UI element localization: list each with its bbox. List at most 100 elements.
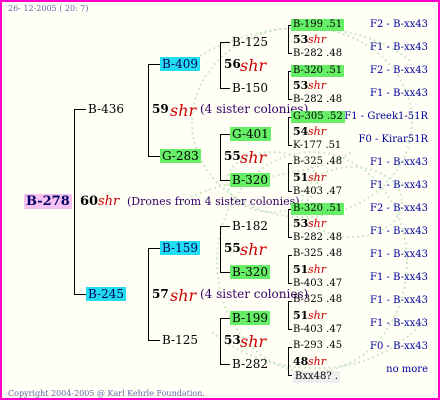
date-stamp: 26- 12-2005 ( 20: 7) <box>8 4 89 13</box>
pedigree-frame: 26- 12-2005 ( 20: 7) Copyright 2004-2005… <box>0 0 440 400</box>
gen2-c-id[interactable]: B-159 <box>160 241 200 255</box>
gen4-bottom-id[interactable]: B-403 .47 <box>293 187 342 197</box>
tree-line <box>220 180 230 181</box>
gen4-count: 53 <box>293 33 309 46</box>
tree-line <box>220 318 230 319</box>
tree-line <box>288 191 292 192</box>
right-label: F1 - B-xx43 <box>370 180 428 191</box>
gen2-d-id[interactable]: B-125 <box>162 334 198 346</box>
gen4-bottom-id[interactable]: K-177 .51 <box>293 141 341 151</box>
tree-line <box>220 318 221 364</box>
tree-line <box>74 109 75 294</box>
gen4-shr: shr <box>308 125 326 138</box>
tree-line <box>288 329 292 330</box>
gen4-shr: shr <box>308 33 326 46</box>
tree-line <box>148 248 149 340</box>
right-label: F0 - Kirar51R <box>358 134 428 145</box>
gen4-bottom-id[interactable]: B-282 .48 <box>293 95 342 105</box>
right-label: F2 - B-xx43 <box>370 65 428 76</box>
gen4-bottom-id[interactable]: B-403 .47 <box>293 279 342 289</box>
tree-line <box>148 340 160 341</box>
gen4-bottom-id[interactable]: B-403 .47 <box>293 325 342 335</box>
gen2-a-shr: shr <box>240 56 267 75</box>
sire-id[interactable]: B-436 <box>88 103 124 115</box>
gen4-count: 51 <box>293 171 309 184</box>
gen4-count: 48 <box>293 355 309 368</box>
gen4-count: 51 <box>293 309 309 322</box>
gen4-bottom-id[interactable]: B-282 .48 <box>293 233 342 243</box>
tree-line <box>74 294 86 295</box>
gen2-c-shr: shr <box>240 240 267 259</box>
tree-line <box>288 71 289 99</box>
right-label: F1 - B-xx43 <box>370 318 428 329</box>
sire-count: 59 <box>152 102 169 116</box>
right-label: F2 - B-xx43 <box>370 203 428 214</box>
root-count: 60 <box>80 194 99 209</box>
gen4-top-id[interactable]: B-320 .51 <box>291 65 345 77</box>
tree-line <box>288 301 289 329</box>
gen2-b-count: 55 <box>224 149 241 163</box>
right-label: F1 - B-xx43 <box>370 295 428 306</box>
tree-line <box>288 375 292 376</box>
tree-line <box>220 272 230 273</box>
sire-shr: shr <box>170 101 197 120</box>
gen3-id[interactable]: B-125 <box>232 36 268 48</box>
right-label: F2 - B-xx43 <box>370 19 428 30</box>
gen3-id[interactable]: B-182 <box>232 220 268 232</box>
gen2-d-shr: shr <box>240 332 267 351</box>
tree-line <box>220 88 230 89</box>
tree-line <box>288 145 292 146</box>
root-note: (Drones from 4 sister colonies) <box>127 195 300 208</box>
tree-line <box>148 64 149 156</box>
gen4-top-id[interactable]: B-199 .51 <box>291 19 345 31</box>
gen4-top-id[interactable]: B-325 .48 <box>293 249 342 259</box>
right-label: F0 - B-xx43 <box>370 341 428 352</box>
gen3-id[interactable]: B-320 <box>230 173 270 187</box>
gen4-top-id[interactable]: B-325 .48 <box>293 157 342 167</box>
gen4-top-id[interactable]: B-320 .51 <box>291 203 345 215</box>
tree-line <box>148 156 160 157</box>
gen2-b-id[interactable]: G-283 <box>160 149 201 163</box>
gen4-bottom-id[interactable]: B-282 .48 <box>293 49 342 59</box>
tree-line <box>288 301 292 302</box>
right-label: F1 - B-xx43 <box>370 272 428 283</box>
tree-line <box>74 109 86 110</box>
gen4-top-id[interactable]: B-293 .45 <box>293 341 342 351</box>
root-shr: shr <box>98 194 120 209</box>
gen4-bottom-id[interactable]: Bxx48? . <box>293 371 341 383</box>
gen2-a-id[interactable]: B-409 <box>160 57 200 71</box>
gen2-b-shr: shr <box>240 148 267 167</box>
gen4-count: 54 <box>293 125 309 138</box>
tree-line <box>288 237 292 238</box>
tree-line <box>288 53 292 54</box>
gen3-id[interactable]: B-282 <box>232 358 268 370</box>
dam-count: 57 <box>152 287 169 301</box>
copyright-text: Copyright 2004-2005 @ Karl Kehrle Founda… <box>8 389 205 398</box>
right-label: F1 - B-xx43 <box>370 226 428 237</box>
right-label: F1 - B-xx43 <box>370 42 428 53</box>
gen4-top-id[interactable]: B-325 .48 <box>293 295 342 305</box>
gen2-d-count: 53 <box>224 333 241 347</box>
right-label: F1 - B-xx43 <box>370 249 428 260</box>
root-id[interactable]: B-278 <box>24 194 72 209</box>
tree-line <box>288 347 292 348</box>
tree-line <box>288 283 292 284</box>
gen4-shr: shr <box>308 263 326 276</box>
tree-line <box>288 25 289 53</box>
tree-line <box>288 163 289 191</box>
gen4-top-id[interactable]: G-305 .52 <box>291 111 345 123</box>
gen3-id[interactable]: G-401 <box>230 127 271 141</box>
tree-line <box>220 226 221 272</box>
tree-line <box>148 248 160 249</box>
right-label: no more <box>386 364 428 375</box>
right-label: F1 - B-xx43 <box>370 88 428 99</box>
gen3-id[interactable]: B-150 <box>232 82 268 94</box>
tree-line <box>288 255 292 256</box>
gen3-id[interactable]: B-320 <box>230 265 270 279</box>
dam-id[interactable]: B-245 <box>86 287 126 301</box>
right-label: F1 - B-xx43 <box>370 157 428 168</box>
gen3-id[interactable]: B-199 <box>230 311 270 325</box>
tree-line <box>220 42 221 88</box>
gen4-shr: shr <box>308 171 326 184</box>
gen2-c-count: 55 <box>224 241 241 255</box>
